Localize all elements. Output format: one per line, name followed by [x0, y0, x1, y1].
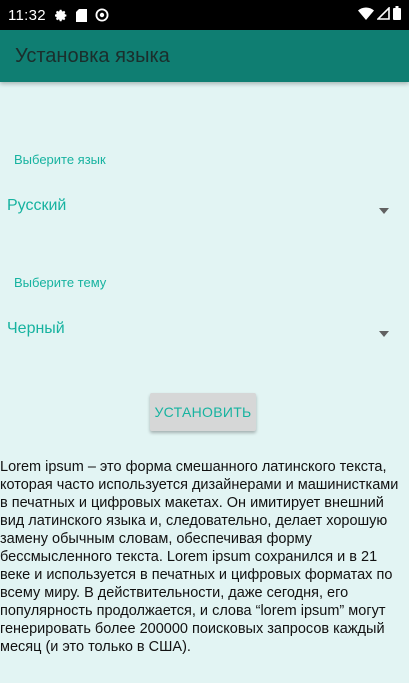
status-bar: 11:32: [0, 0, 409, 30]
language-label: Выберите язык: [14, 152, 106, 167]
theme-label: Выберите тему: [14, 275, 107, 290]
status-right: [358, 5, 401, 24]
battery-icon: [393, 6, 401, 24]
app-bar: Установка языка: [0, 30, 409, 82]
wifi-icon: [358, 6, 374, 24]
language-spinner[interactable]: Русский: [0, 186, 409, 226]
description-text: Lorem ipsum – это форма смешанного латин…: [0, 459, 399, 655]
status-time: 11:32: [8, 6, 46, 24]
dropdown-arrow-icon: [379, 324, 389, 342]
settings-icon: [54, 9, 68, 22]
sd-card-icon: [75, 8, 87, 22]
language-selected: Русский: [7, 197, 67, 214]
theme-spinner[interactable]: Черный: [0, 309, 409, 349]
dropdown-arrow-icon: [379, 201, 389, 219]
theme-selected: Черный: [7, 320, 65, 337]
page-title: Установка языка: [15, 44, 170, 67]
signal-icon: [376, 5, 390, 24]
install-button[interactable]: УСТАНОВИТЬ: [150, 393, 256, 431]
at-sign-icon: [95, 8, 109, 22]
